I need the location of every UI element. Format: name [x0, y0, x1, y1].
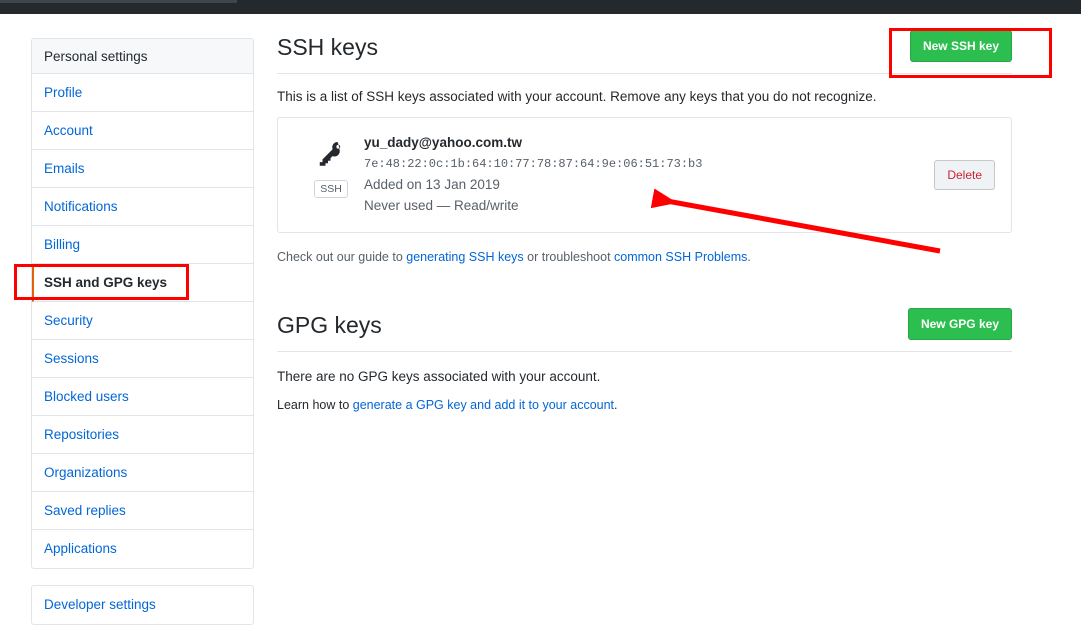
- sidebar-item-organizations[interactable]: Organizations: [32, 454, 253, 492]
- generate-gpg-key-link[interactable]: generate a GPG key and add it to your ac…: [353, 398, 614, 412]
- sidebar-item-saved-replies[interactable]: Saved replies: [32, 492, 253, 530]
- developer-settings-panel: Developer settings: [31, 585, 254, 625]
- key-icon: [316, 139, 346, 174]
- ssh-key-usage: Never used — Read/write: [364, 198, 519, 213]
- main-content: SSH keys New SSH key This is a list of S…: [277, 30, 1012, 425]
- ssh-key-added-date: Added on 13 Jan 2019: [364, 177, 500, 192]
- footer-note-middle: or troubleshoot: [523, 250, 615, 264]
- sidebar-item-account[interactable]: Account: [32, 112, 253, 150]
- footer-note-suffix: .: [747, 250, 751, 264]
- ssh-key-title: yu_dady@yahoo.com.tw: [364, 135, 522, 150]
- ssh-keys-description: This is a list of SSH keys associated wi…: [277, 89, 877, 104]
- sidebar-item-repositories[interactable]: Repositories: [32, 416, 253, 454]
- sidebar-item-billing[interactable]: Billing: [32, 226, 253, 264]
- sidebar-item-emails[interactable]: Emails: [32, 150, 253, 188]
- gpg-learn-prefix: Learn how to: [277, 398, 353, 412]
- sidebar-item-developer-settings[interactable]: Developer settings: [32, 586, 253, 624]
- ssh-key-card: SSH yu_dady@yahoo.com.tw 7e:48:22:0c:1b:…: [277, 117, 1012, 233]
- top-header-bar: [0, 0, 1081, 14]
- ssh-keys-title: SSH keys: [277, 34, 378, 60]
- sidebar-item-applications[interactable]: Applications: [32, 530, 253, 568]
- ssh-keys-header: SSH keys New SSH key: [277, 30, 1012, 74]
- gpg-keys-empty-message: There are no GPG keys associated with yo…: [277, 369, 601, 384]
- generating-ssh-keys-link[interactable]: generating SSH keys: [406, 250, 523, 264]
- ssh-key-details: yu_dady@yahoo.com.tw 7e:48:22:0c:1b:64:1…: [356, 133, 934, 216]
- page-root: Personal settings Profile Account Emails…: [0, 0, 1081, 634]
- sidebar-item-ssh-and-gpg-keys[interactable]: SSH and GPG keys: [32, 264, 253, 302]
- gpg-keys-title: GPG keys: [277, 312, 382, 338]
- top-header-strip: [0, 0, 237, 3]
- gpg-keys-header: GPG keys New GPG key: [277, 308, 1012, 352]
- sidebar-item-sessions[interactable]: Sessions: [32, 340, 253, 378]
- footer-note-prefix: Check out our guide to: [277, 250, 407, 264]
- common-ssh-problems-link[interactable]: common SSH Problems: [614, 250, 747, 264]
- new-gpg-key-button[interactable]: New GPG key: [907, 308, 1012, 340]
- ssh-key-fingerprint: 7e:48:22:0c:1b:64:10:77:78:87:64:9e:06:5…: [364, 157, 703, 171]
- sidebar-item-profile[interactable]: Profile: [32, 74, 253, 112]
- gpg-keys-section: GPG keys New GPG key There are no GPG ke…: [277, 308, 1012, 412]
- new-ssh-key-button[interactable]: New SSH key: [909, 30, 1012, 62]
- ssh-key-icon-column: SSH: [306, 133, 356, 198]
- ssh-key-type-badge: SSH: [314, 180, 348, 198]
- delete-ssh-key-button[interactable]: Delete: [934, 159, 995, 190]
- sidebar-item-notifications[interactable]: Notifications: [32, 188, 253, 226]
- ssh-keys-footer-note: Check out our guide to generating SSH ke…: [277, 250, 1012, 264]
- sidebar-item-blocked-users[interactable]: Blocked users: [32, 378, 253, 416]
- sidebar-item-security[interactable]: Security: [32, 302, 253, 340]
- gpg-keys-learn-note: Learn how to generate a GPG key and add …: [277, 398, 1012, 412]
- settings-sidebar: Personal settings Profile Account Emails…: [31, 38, 254, 569]
- sidebar-header: Personal settings: [32, 39, 253, 74]
- gpg-learn-suffix: .: [614, 398, 618, 412]
